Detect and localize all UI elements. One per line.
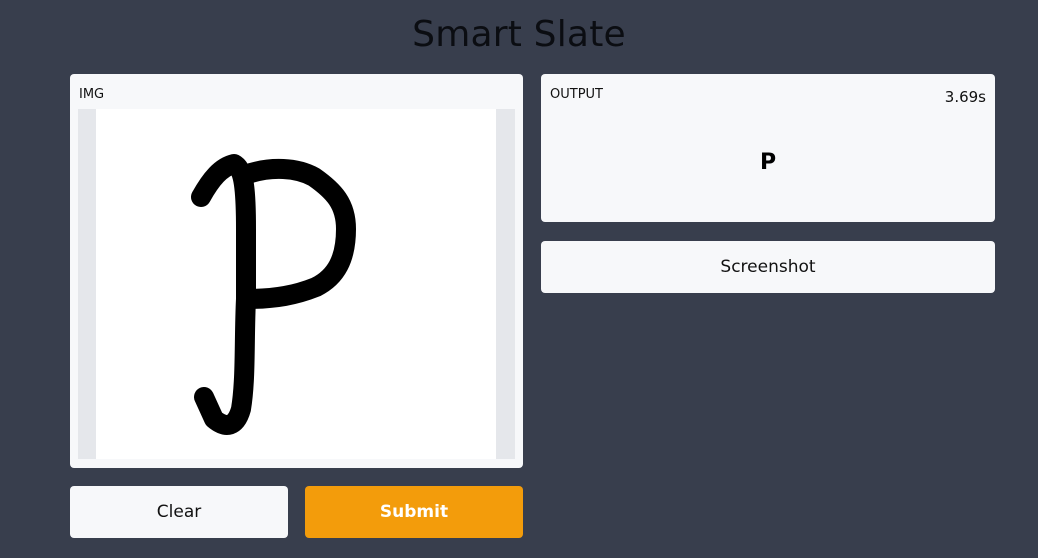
clear-button[interactable]: Clear <box>70 486 288 538</box>
screenshot-button[interactable]: Screenshot <box>541 241 995 293</box>
image-panel-label: IMG <box>79 87 105 102</box>
prediction-result: P <box>759 150 777 175</box>
image-input-panel: IMG <box>70 74 523 468</box>
submit-button[interactable]: Submit <box>305 486 523 538</box>
output-panel-label: OUTPUT <box>550 87 603 102</box>
canvas-frame <box>78 109 515 459</box>
app-title: Smart Slate <box>412 14 626 55</box>
drawing-canvas[interactable] <box>96 109 496 459</box>
output-panel: OUTPUT 3.69s P <box>541 74 995 222</box>
elapsed-time: 3.69s <box>944 88 986 106</box>
handwritten-p-stroke <box>191 154 356 435</box>
